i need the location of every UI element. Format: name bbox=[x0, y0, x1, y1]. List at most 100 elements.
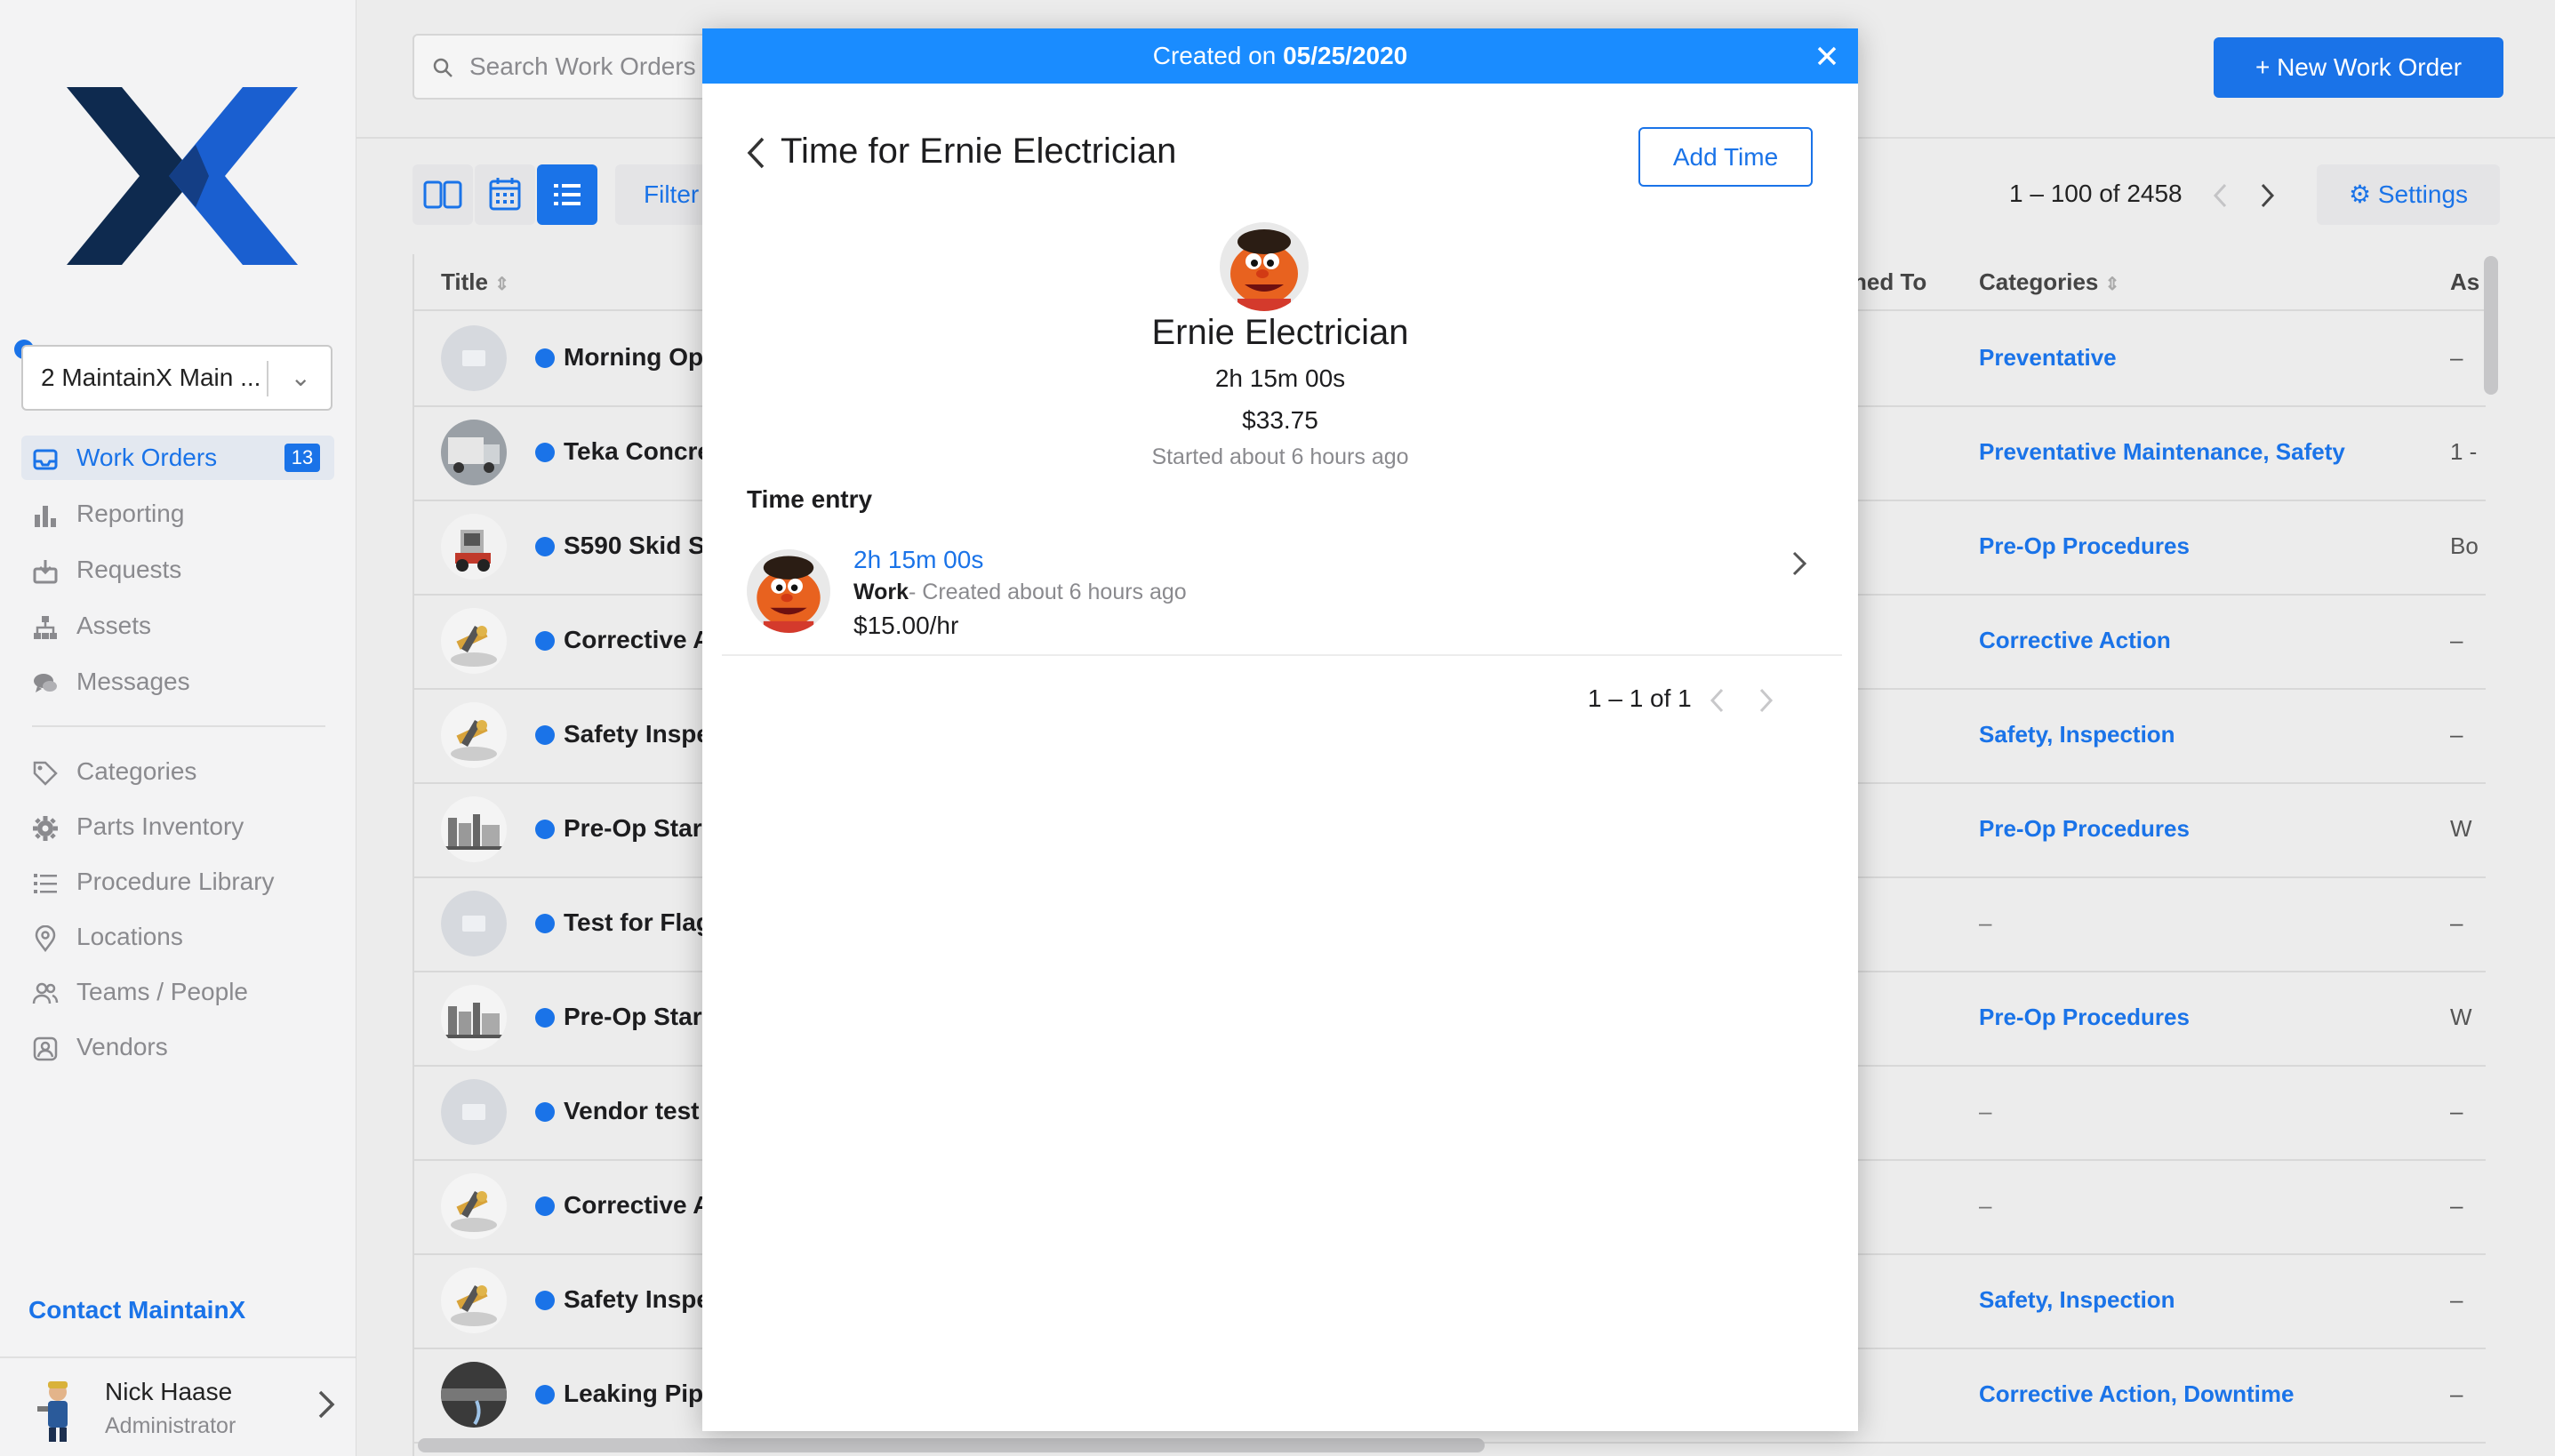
status-dot bbox=[535, 1385, 555, 1404]
work-order-asset: – bbox=[2450, 1192, 2463, 1219]
status-dot bbox=[535, 914, 555, 933]
column-header-categories[interactable]: Categories ⇕ bbox=[1979, 254, 2119, 309]
work-order-title[interactable]: Pre-Op Star bbox=[564, 814, 706, 843]
view-calendar-button[interactable] bbox=[475, 164, 535, 225]
modal-next-page-icon[interactable] bbox=[1757, 686, 1774, 715]
work-order-thumbnail bbox=[441, 1362, 507, 1428]
tag-icon bbox=[33, 761, 58, 786]
calendar-icon bbox=[489, 178, 521, 211]
work-order-thumbnail bbox=[441, 608, 507, 674]
settings-button[interactable]: ⚙ Settings bbox=[2317, 164, 2500, 225]
person-total-time: 2h 15m 00s bbox=[1214, 364, 1346, 392]
sidebar-item-requests[interactable]: Requests bbox=[21, 548, 334, 592]
work-order-title[interactable]: Corrective A bbox=[564, 1191, 706, 1220]
bar-chart-icon bbox=[35, 506, 56, 527]
user-avatar[interactable] bbox=[30, 1376, 84, 1444]
work-order-title[interactable]: Morning Op bbox=[564, 343, 706, 372]
horizontal-scrollbar[interactable] bbox=[418, 1438, 1485, 1452]
work-order-title[interactable]: Vendor test bbox=[564, 1097, 706, 1125]
work-order-title[interactable]: Corrective A bbox=[564, 626, 706, 654]
work-order-title[interactable]: S590 Skid S bbox=[564, 532, 706, 560]
sidebar-item-categories[interactable]: Categories bbox=[21, 749, 334, 794]
vendors-icon bbox=[33, 1036, 58, 1061]
column-header-title[interactable]: Title ⇕ bbox=[441, 254, 509, 309]
sidebar-item-label: Requests bbox=[76, 556, 182, 583]
chevron-right-icon[interactable] bbox=[1789, 548, 1810, 580]
location-select-value: 2 MaintainX Main ... bbox=[41, 364, 261, 391]
work-order-categories: – bbox=[1979, 909, 1992, 936]
work-order-title[interactable]: Safety Inspe bbox=[564, 720, 706, 748]
sidebar-item-vendors[interactable]: Vendors bbox=[21, 1025, 334, 1069]
work-order-categories[interactable]: Safety, Inspection bbox=[1979, 1286, 2175, 1314]
hierarchy-icon bbox=[34, 616, 57, 639]
work-order-categories[interactable]: Preventative bbox=[1979, 344, 2117, 372]
modal-created-prefix: Created on bbox=[1152, 42, 1284, 69]
work-order-title[interactable]: Safety Inspe bbox=[564, 1285, 706, 1314]
work-order-title[interactable]: Leaking Pip bbox=[564, 1380, 706, 1408]
work-order-title[interactable]: Teka Concre bbox=[564, 437, 706, 466]
vertical-scrollbar[interactable] bbox=[2484, 256, 2498, 395]
entry-duration[interactable]: 2h 15m 00s bbox=[853, 546, 983, 574]
maintainx-logo[interactable] bbox=[67, 87, 298, 265]
work-order-thumbnail bbox=[441, 891, 507, 956]
work-order-title[interactable]: Pre-Op Star bbox=[564, 1003, 706, 1031]
status-dot bbox=[535, 348, 555, 368]
user-name: Nick Haase bbox=[105, 1378, 233, 1405]
sidebar-item-label: Messages bbox=[76, 668, 190, 695]
add-time-button[interactable]: Add Time bbox=[1638, 127, 1813, 187]
sidebar-item-procedure-library[interactable]: Procedure Library bbox=[21, 860, 334, 904]
sidebar-item-messages[interactable]: Messages bbox=[21, 660, 334, 704]
work-order-title[interactable]: Test for Flag bbox=[564, 908, 706, 937]
sidebar-item-label: Categories bbox=[76, 757, 197, 785]
work-order-categories[interactable]: Preventative Maintenance, Safety bbox=[1979, 438, 2345, 466]
work-order-thumbnail bbox=[441, 1173, 507, 1239]
close-icon[interactable] bbox=[1812, 41, 1842, 71]
chat-bubbles-icon bbox=[34, 674, 57, 692]
sidebar-item-label: Locations bbox=[76, 923, 183, 950]
sidebar-item-locations[interactable]: Locations bbox=[21, 915, 334, 959]
work-order-categories[interactable]: Pre-Op Procedures bbox=[1979, 815, 2190, 843]
pagination-prev-icon[interactable] bbox=[2212, 181, 2230, 210]
pagination-next-icon[interactable] bbox=[2258, 181, 2276, 210]
chevron-down-icon: ⌄ bbox=[290, 364, 311, 391]
work-order-categories[interactable]: Pre-Op Procedures bbox=[1979, 1004, 2190, 1031]
work-order-asset: – bbox=[2450, 909, 2463, 936]
modal-prev-page-icon[interactable] bbox=[1709, 686, 1726, 715]
map-pin-icon bbox=[35, 925, 56, 952]
sidebar-item-work-orders[interactable]: Work Orders 13 bbox=[21, 436, 334, 480]
new-work-order-button[interactable]: + New Work Order bbox=[2214, 37, 2503, 98]
work-order-categories[interactable]: Corrective Action bbox=[1979, 627, 2171, 654]
sidebar-item-teams-people[interactable]: Teams / People bbox=[21, 970, 334, 1014]
work-order-thumbnail bbox=[441, 420, 507, 485]
person-started-text: Started about 6 hours ago bbox=[1151, 444, 1409, 469]
work-order-categories[interactable]: Corrective Action, Downtime bbox=[1979, 1380, 2294, 1408]
tray-download-icon bbox=[33, 560, 58, 584]
search-icon bbox=[433, 58, 453, 77]
work-order-categories[interactable]: Safety, Inspection bbox=[1979, 721, 2175, 748]
location-select[interactable]: 2 MaintainX Main ... ⌄ bbox=[21, 345, 332, 411]
column-header-asset[interactable]: As bbox=[2450, 254, 2479, 309]
back-chevron-icon[interactable] bbox=[743, 133, 770, 172]
sidebar-item-parts-inventory[interactable]: Parts Inventory bbox=[21, 804, 334, 849]
sidebar-item-label: Parts Inventory bbox=[76, 812, 244, 840]
entry-avatar bbox=[747, 549, 830, 633]
gear-icon: ⚙ bbox=[2348, 180, 2372, 208]
column-header-assigned-to[interactable]: ned To bbox=[1853, 254, 1926, 309]
entry-rate: $15.00/hr bbox=[853, 612, 959, 639]
sidebar-item-assets[interactable]: Assets bbox=[21, 604, 334, 648]
work-order-thumbnail bbox=[441, 985, 507, 1051]
view-split-button[interactable] bbox=[412, 164, 473, 225]
filter-button[interactable]: Filter bbox=[615, 164, 713, 225]
chevron-right-icon[interactable] bbox=[313, 1387, 340, 1422]
sidebar-item-label: Assets bbox=[76, 612, 152, 639]
status-dot bbox=[535, 537, 555, 556]
contact-maintainx-link[interactable]: Contact MaintainX bbox=[28, 1296, 245, 1324]
sidebar-item-label: Procedure Library bbox=[76, 868, 275, 895]
view-list-button[interactable] bbox=[537, 164, 597, 225]
search-placeholder: Search Work Orders bbox=[469, 52, 696, 80]
sidebar-item-reporting[interactable]: Reporting bbox=[21, 492, 334, 536]
work-order-thumbnail bbox=[441, 702, 507, 768]
work-order-categories[interactable]: Pre-Op Procedures bbox=[1979, 532, 2190, 560]
sort-icon: ⇕ bbox=[2104, 275, 2120, 294]
sort-icon: ⇕ bbox=[494, 275, 509, 294]
